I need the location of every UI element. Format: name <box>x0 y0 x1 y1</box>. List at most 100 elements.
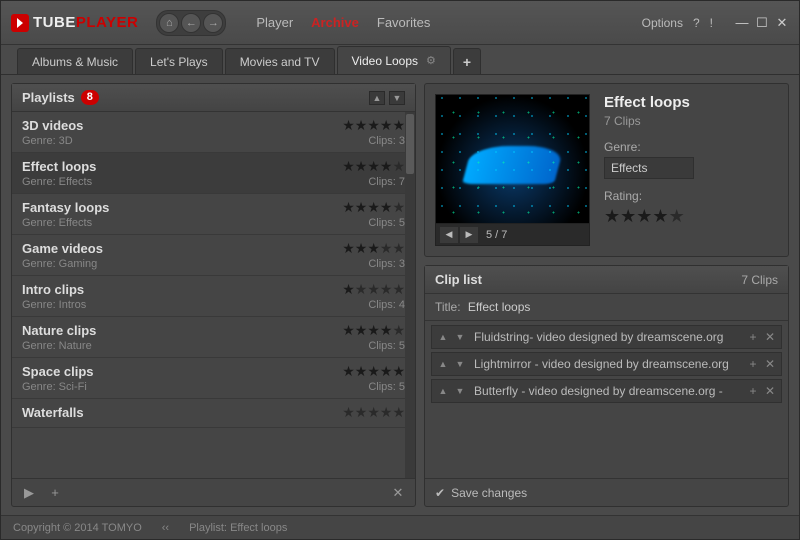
star-icon: ★ <box>380 322 393 339</box>
tab-albums[interactable]: Albums & Music <box>17 48 133 74</box>
forward-button[interactable]: → <box>203 13 223 33</box>
playlist-genre: Genre: Effects <box>22 176 92 188</box>
titlebar: TUBEPLAYER ⌂ ← → Player Archive Favorite… <box>1 1 799 45</box>
clip-remove-icon[interactable]: ✕ <box>763 357 777 371</box>
clip-add-icon[interactable]: + <box>746 357 760 371</box>
playlist-rating: ★★★★★ <box>342 199 405 216</box>
star-icon: ★ <box>342 281 355 298</box>
star-icon: ★ <box>355 240 368 257</box>
tab-add[interactable]: + <box>453 48 481 74</box>
save-changes-button[interactable]: ✔ Save changes <box>425 478 788 506</box>
move-down-icon[interactable]: ▼ <box>453 359 467 369</box>
playlist-item[interactable]: Game videos★★★★★Genre: GamingClips: 3 <box>12 235 415 276</box>
maximize-button[interactable]: ☐ <box>755 16 769 30</box>
clip-remove-icon[interactable]: ✕ <box>763 330 777 344</box>
star-icon: ★ <box>367 117 380 134</box>
next-thumb-button[interactable]: ▶ <box>460 227 478 243</box>
move-up-icon[interactable]: ▲ <box>436 386 450 396</box>
star-icon: ★ <box>355 363 368 380</box>
clip-item[interactable]: ▲▼ Fluidstring- video designed by dreamsc… <box>431 325 782 349</box>
star-icon: ★ <box>342 404 355 421</box>
menu-player[interactable]: Player <box>256 15 293 30</box>
minimize-button[interactable]: — <box>735 16 749 30</box>
tab-label: Video Loops <box>352 54 419 68</box>
move-down-icon[interactable]: ▼ <box>453 386 467 396</box>
star-icon: ★ <box>342 240 355 257</box>
collapse-down-icon[interactable]: ▼ <box>389 91 405 105</box>
menu-options[interactable]: Options <box>642 16 683 30</box>
nav-buttons: ⌂ ← → <box>156 10 226 36</box>
rating-stars[interactable]: ★★★★★ <box>604 206 778 227</box>
star-icon: ★ <box>392 363 405 380</box>
star-icon: ★ <box>355 404 368 421</box>
clip-items: ▲▼Fluidstring- video designed by dreamsc… <box>425 321 788 407</box>
playlist-item[interactable]: Nature clips★★★★★Genre: NatureClips: 5 <box>12 317 415 358</box>
playlists-count-badge: 8 <box>81 90 99 105</box>
playlist-rating: ★★★★★ <box>342 363 405 380</box>
star-icon[interactable]: ★ <box>636 206 652 227</box>
clip-add-icon[interactable]: + <box>746 384 760 398</box>
gear-icon[interactable]: ⚙ <box>426 54 436 67</box>
clip-remove-icon[interactable]: ✕ <box>763 384 777 398</box>
prev-thumb-button[interactable]: ◀ <box>440 227 458 243</box>
clip-text: Fluidstring- video designed by dreamscen… <box>474 330 743 344</box>
star-icon[interactable]: ★ <box>620 206 636 227</box>
home-button[interactable]: ⌂ <box>159 13 179 33</box>
star-icon: ★ <box>380 158 393 175</box>
star-icon: ★ <box>342 199 355 216</box>
top-menu: Player Archive Favorites <box>256 15 430 30</box>
tab-videoloops[interactable]: Video Loops ⚙ <box>337 46 451 74</box>
playlist-item[interactable]: Effect loops★★★★★Genre: EffectsClips: 7 <box>12 153 415 194</box>
info-button[interactable]: ! <box>710 16 713 30</box>
playlist-name: Intro clips <box>22 282 84 297</box>
playlist-name: Fantasy loops <box>22 200 109 215</box>
menu-archive[interactable]: Archive <box>311 15 359 30</box>
star-icon: ★ <box>367 363 380 380</box>
star-icon: ★ <box>392 240 405 257</box>
playlists-panel: Playlists 8 ▲ ▼ 3D videos★★★★★Genre: 3DC… <box>11 83 416 507</box>
tab-letsplays[interactable]: Let's Plays <box>135 48 223 74</box>
status-playlist-label: Playlist: <box>189 522 227 534</box>
detail-panel: ◀ ▶ 5 / 7 Effect loops 7 Clips Genre: Ef… <box>424 83 789 257</box>
delete-button[interactable]: ✕ <box>389 484 407 502</box>
tab-label: Albums & Music <box>32 55 118 69</box>
back-button[interactable]: ← <box>181 13 201 33</box>
tab-movies[interactable]: Movies and TV <box>225 48 335 74</box>
clip-title-value: Effect loops <box>468 300 530 314</box>
collapse-up-icon[interactable]: ▲ <box>369 91 385 105</box>
tab-label: Movies and TV <box>240 55 320 69</box>
help-button[interactable]: ? <box>693 16 700 30</box>
playlist-clips: Clips: 5 <box>368 381 405 393</box>
detail-title: Effect loops <box>604 94 778 111</box>
tab-label: Let's Plays <box>150 55 208 69</box>
genre-field[interactable]: Effects <box>604 157 694 179</box>
star-icon[interactable]: ★ <box>669 206 685 227</box>
clip-item[interactable]: ▲▼Lightmirror - video designed by dreams… <box>431 352 782 376</box>
star-icon[interactable]: ★ <box>652 206 668 227</box>
star-icon: ★ <box>380 199 393 216</box>
menu-favorites[interactable]: Favorites <box>377 15 430 30</box>
playlist-item[interactable]: Waterfalls★★★★★ <box>12 399 415 428</box>
collapse-icon[interactable]: ‹‹ <box>162 522 169 534</box>
clip-item[interactable]: ▲▼Butterfly - video designed by dreamsce… <box>431 379 782 403</box>
move-up-icon[interactable]: ▲ <box>436 359 450 369</box>
star-icon[interactable]: ★ <box>604 206 620 227</box>
playlist-item[interactable]: 3D videos★★★★★Genre: 3DClips: 3 <box>12 112 415 153</box>
move-up-icon[interactable]: ▲ <box>436 332 450 342</box>
add-button[interactable]: + <box>46 484 64 502</box>
scrollbar[interactable] <box>405 112 415 478</box>
playlist-clips: Clips: 4 <box>368 299 405 311</box>
play-button[interactable]: ▶ <box>20 484 38 502</box>
genre-label: Genre: <box>604 140 778 154</box>
playlist-item[interactable]: Fantasy loops★★★★★Genre: EffectsClips: 5 <box>12 194 415 235</box>
close-button[interactable]: ✕ <box>775 16 789 30</box>
playlist-name: Space clips <box>22 364 94 379</box>
move-down-icon[interactable]: ▼ <box>453 332 467 342</box>
playlist-item[interactable]: Intro clips★★★★★Genre: IntrosClips: 4 <box>12 276 415 317</box>
playlists-header: Playlists 8 ▲ ▼ <box>12 84 415 112</box>
star-icon: ★ <box>367 240 380 257</box>
star-icon: ★ <box>367 199 380 216</box>
clip-add-icon[interactable]: + <box>746 330 760 344</box>
playlist-item[interactable]: Space clips★★★★★Genre: Sci-FiClips: 5 <box>12 358 415 399</box>
playlist-clips: Clips: 7 <box>368 176 405 188</box>
